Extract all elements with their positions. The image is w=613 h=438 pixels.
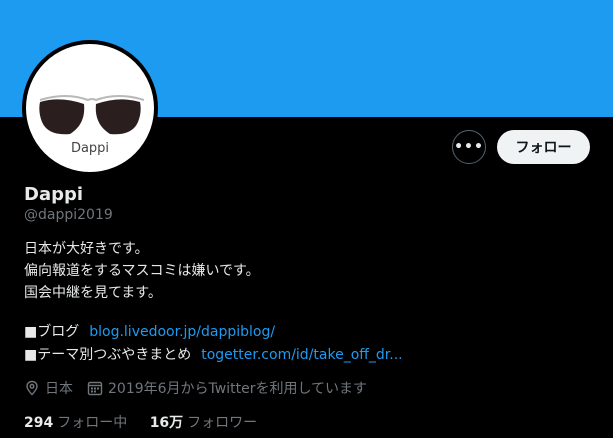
profile-avatar[interactable]: Dappi bbox=[22, 40, 158, 176]
blog-link[interactable]: blog.livedoor.jp/dappiblog/ bbox=[89, 324, 275, 340]
bio-line: 日本が大好きです。 bbox=[24, 241, 149, 257]
profile-stats: 294 フォロー中 16万 フォロワー bbox=[24, 412, 275, 432]
link-row-togetter: ■テーマ別つぶやきまとめ togetter.com/id/take_off_dr.… bbox=[24, 344, 403, 367]
link-label: ■ブログ bbox=[24, 324, 80, 340]
calendar-icon bbox=[87, 380, 103, 396]
following-label: フォロー中 bbox=[57, 415, 128, 431]
follow-button[interactable]: フォロー bbox=[497, 130, 590, 164]
location-pin-icon bbox=[24, 380, 40, 396]
following-stat[interactable]: 294 フォロー中 bbox=[24, 415, 127, 431]
followers-count: 16万 bbox=[149, 415, 184, 431]
link-row-blog: ■ブログ blog.livedoor.jp/dappiblog/ bbox=[24, 321, 403, 344]
profile-name: Dappi bbox=[24, 184, 84, 205]
togetter-link[interactable]: togetter.com/id/take_off_dr... bbox=[201, 347, 402, 363]
avatar-caption: Dappi bbox=[70, 141, 110, 156]
profile-handle: @dappi2019 bbox=[24, 207, 113, 223]
following-count: 294 bbox=[24, 415, 54, 431]
link-label: ■テーマ別つぶやきまとめ bbox=[24, 347, 192, 363]
more-options-button[interactable]: ••• bbox=[452, 130, 486, 164]
followers-label: フォロワー bbox=[187, 415, 258, 431]
profile-links: ■ブログ blog.livedoor.jp/dappiblog/ ■テーマ別つぶや… bbox=[24, 321, 403, 367]
profile-bio: 日本が大好きです。 偏向報道をするマスコミは嫌いです。 国会中継を見てます。 bbox=[24, 238, 260, 304]
profile-joined: 2019年6月からTwitterを利用しています bbox=[108, 381, 368, 397]
bio-line: 偏向報道をするマスコミは嫌いです。 bbox=[24, 263, 260, 279]
more-icon: ••• bbox=[454, 139, 484, 155]
profile-location: 日本 bbox=[45, 381, 73, 397]
followers-stat[interactable]: 16万 フォロワー bbox=[150, 415, 257, 431]
bio-line: 国会中継を見てます。 bbox=[24, 285, 162, 301]
profile-meta: 日本 2019年6月からTwitterを利用しています bbox=[24, 378, 367, 398]
